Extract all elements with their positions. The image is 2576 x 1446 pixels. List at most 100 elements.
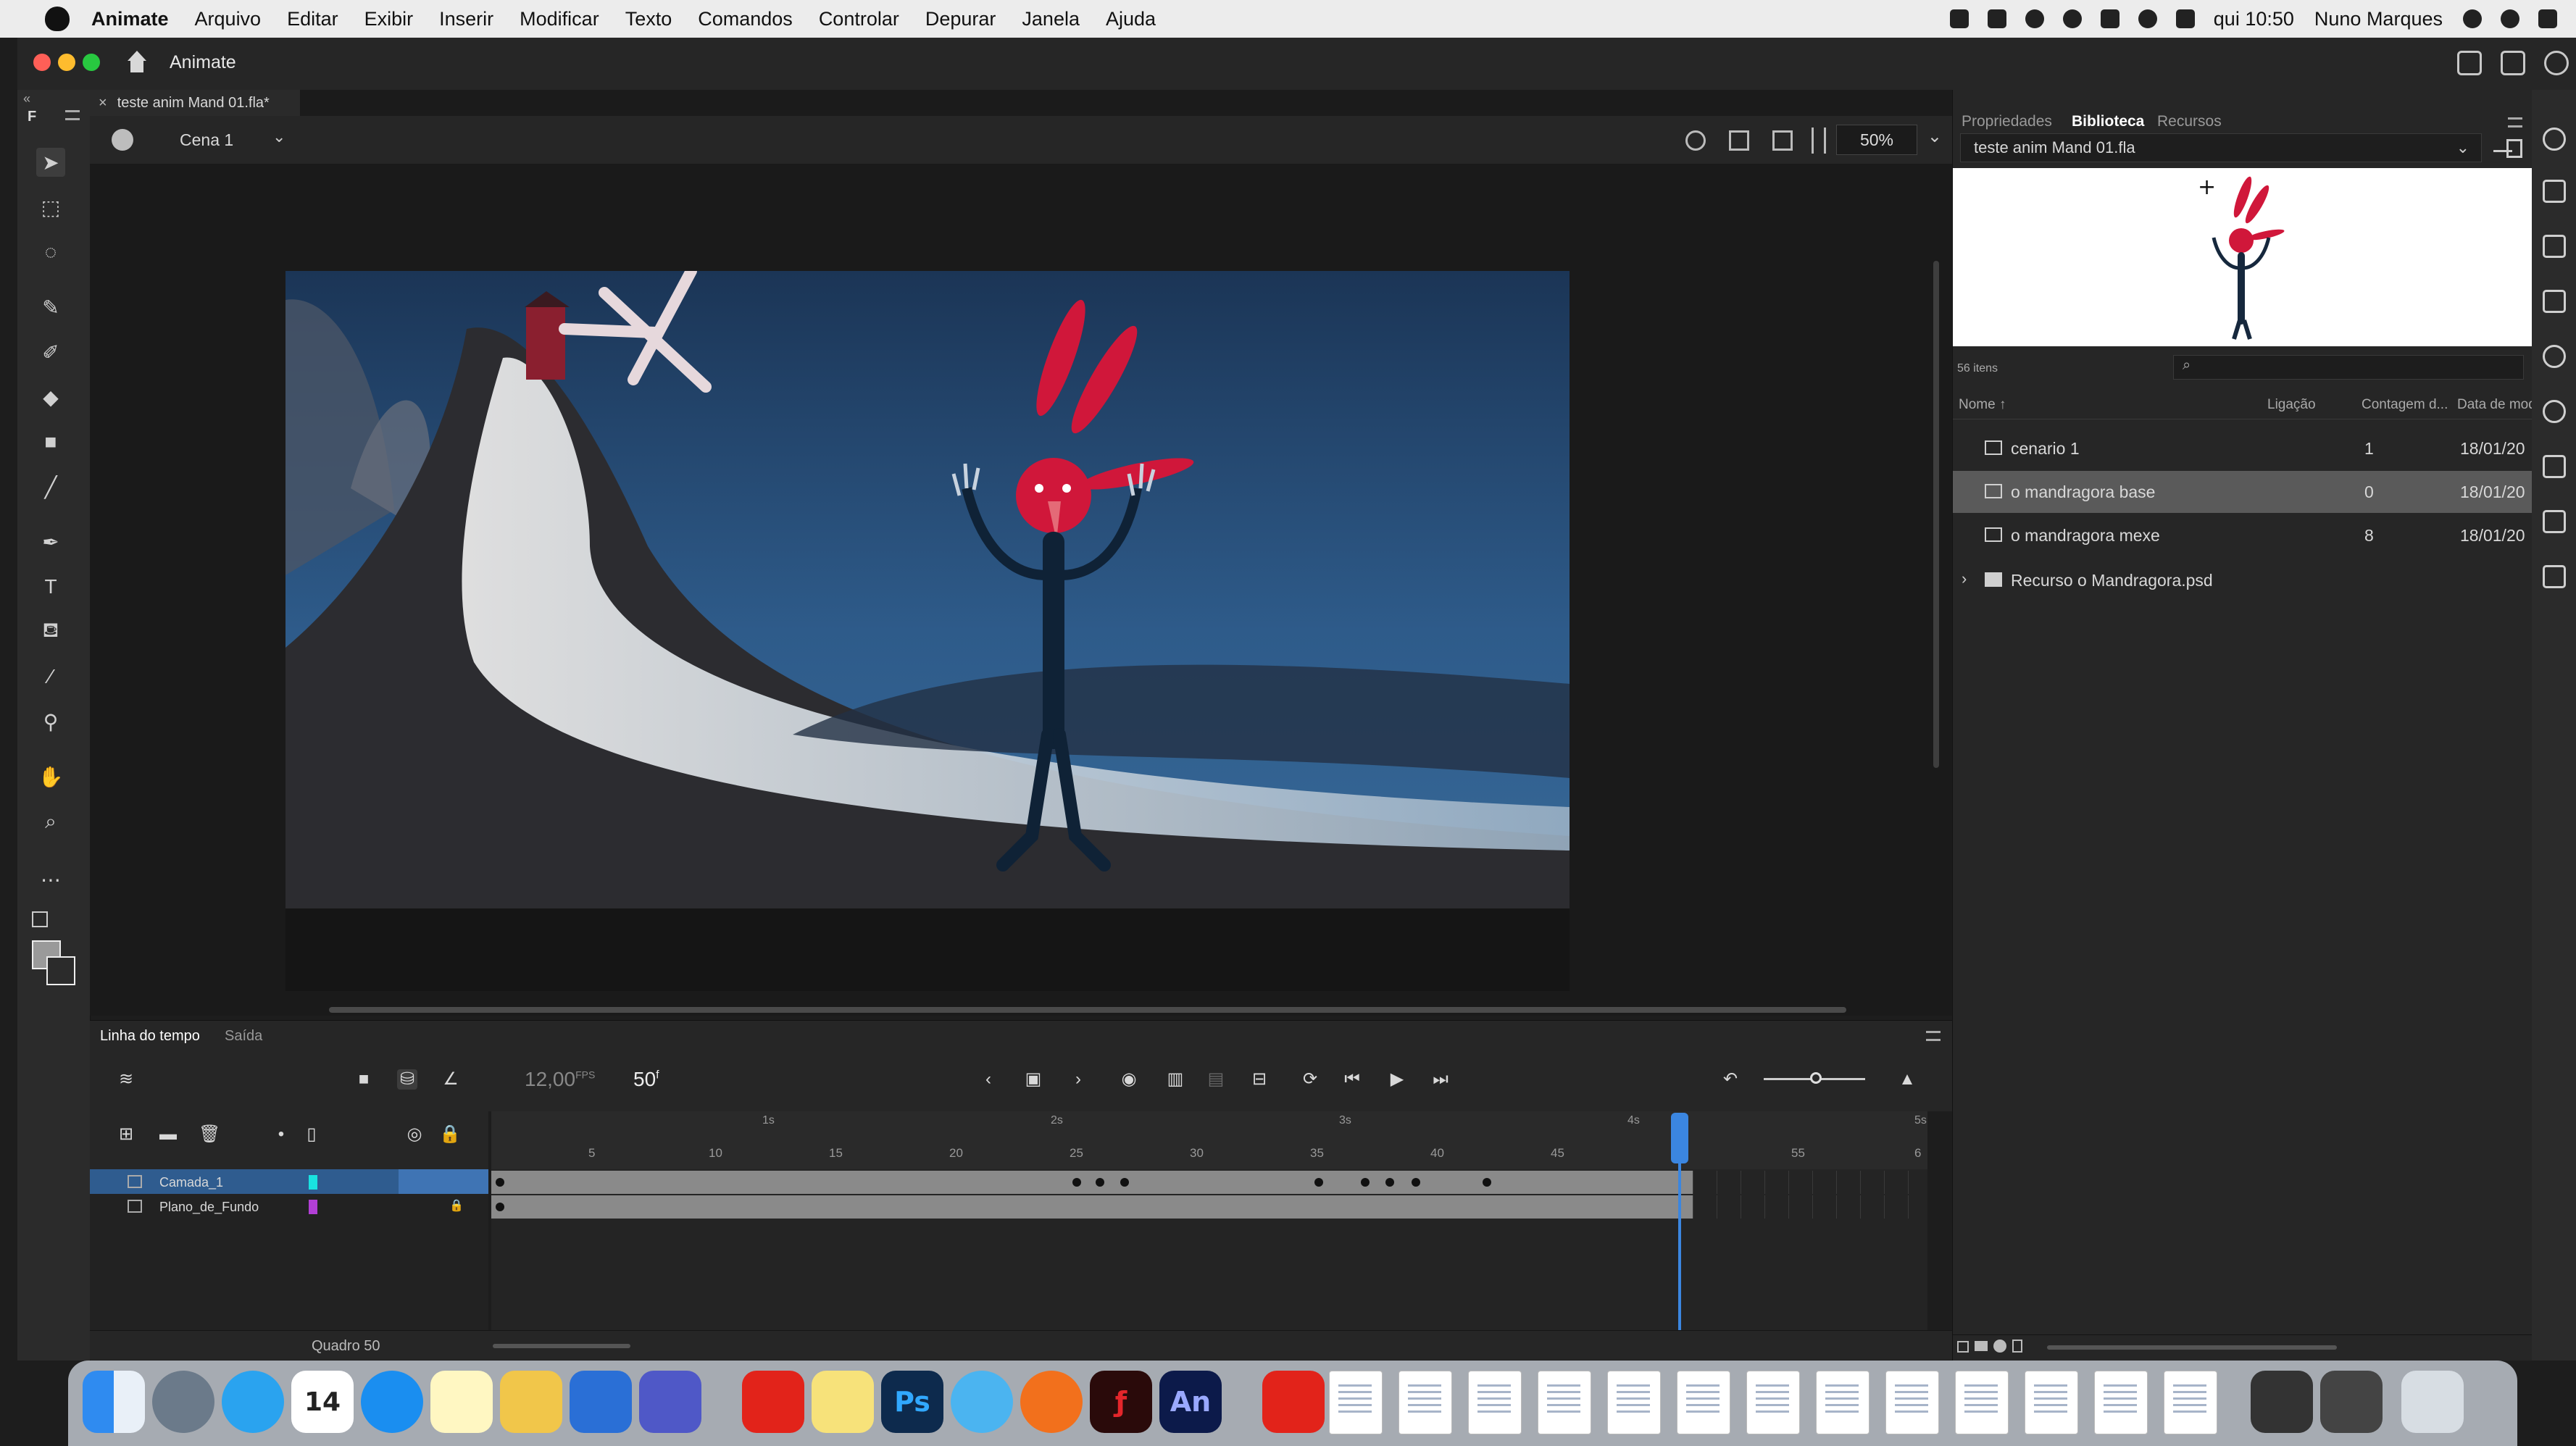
paint-bucket-tool-icon[interactable]: ⛾: [36, 617, 65, 646]
document-thumbnail-icon[interactable]: [1746, 1371, 1800, 1434]
menu-depurar[interactable]: Depurar: [925, 8, 996, 30]
outline-toggle-icon[interactable]: ▯: [301, 1124, 322, 1145]
folder-expand-chevron-icon[interactable]: ›: [1962, 569, 1967, 588]
lasso-tool-icon[interactable]: ◌: [36, 238, 65, 267]
test-movie-play-icon[interactable]: [2544, 51, 2569, 75]
new-layer-icon[interactable]: ⊞: [116, 1124, 136, 1145]
keyframe[interactable]: [496, 1178, 504, 1187]
document-thumbnail-icon[interactable]: [2164, 1371, 2217, 1434]
hand-tool-icon[interactable]: ✋: [36, 762, 65, 791]
library-horizontal-scrollbar[interactable]: [2047, 1345, 2337, 1350]
home-icon[interactable]: [125, 51, 149, 75]
flash-player-icon[interactable]: ƒ: [1090, 1371, 1152, 1433]
keyframe[interactable]: [496, 1203, 504, 1211]
control-center-icon[interactable]: [2538, 9, 2557, 28]
zoom-stepper-icon[interactable]: [1812, 128, 1826, 154]
frame-span[interactable]: [491, 1171, 1693, 1194]
next-keyframe-icon[interactable]: ›: [1068, 1069, 1088, 1090]
animate-icon[interactable]: An: [1159, 1371, 1222, 1433]
center-stage-icon[interactable]: [1685, 130, 1706, 151]
workspace-layout-icon[interactable]: [2501, 51, 2525, 75]
pen-tool-icon[interactable]: ✒: [36, 527, 65, 556]
motion-editor-icon[interactable]: [2543, 510, 2566, 533]
new-library-folder-icon[interactable]: [1975, 1341, 1988, 1351]
pages-icon[interactable]: [500, 1371, 562, 1433]
free-transform-tool-icon[interactable]: ⬚: [36, 193, 65, 222]
shield-status-icon[interactable]: [2025, 9, 2044, 28]
layer-row-camada-1[interactable]: Camada_1: [90, 1169, 488, 1194]
stage-horizontal-scrollbar[interactable]: [329, 1007, 1846, 1013]
zoom-field[interactable]: 50%: [1836, 125, 1917, 155]
clipboard-status-icon[interactable]: [1987, 9, 2006, 28]
menu-arquivo[interactable]: Arquivo: [195, 8, 262, 30]
tab-assets[interactable]: Recursos: [2157, 113, 2222, 130]
new-library-panel-icon[interactable]: [2506, 139, 2522, 158]
document-thumbnail-icon[interactable]: [1329, 1371, 1383, 1434]
calendar-icon[interactable]: 14: [291, 1371, 354, 1433]
zoom-tool-icon[interactable]: ⌕: [36, 807, 65, 836]
color-panel-icon[interactable]: [2543, 400, 2566, 423]
launchpad-icon[interactable]: [152, 1371, 214, 1433]
keynote-icon[interactable]: [570, 1371, 632, 1433]
acrobat-reader-icon[interactable]: [1262, 1371, 1325, 1433]
step-forward-icon[interactable]: ⏭: [1430, 1069, 1451, 1090]
align-panel-icon[interactable]: [2543, 290, 2566, 313]
scene-chevron-down-icon[interactable]: ⌄: [272, 128, 285, 146]
system-update-icon[interactable]: [951, 1371, 1013, 1433]
keyframe[interactable]: [1096, 1178, 1104, 1187]
previous-keyframe-icon[interactable]: ‹: [978, 1069, 999, 1090]
selection-tool-icon[interactable]: ➤: [36, 148, 65, 177]
tools-menu-icon[interactable]: [65, 110, 80, 120]
menubar-user[interactable]: Nuno Marques: [2314, 8, 2443, 30]
library-item-o-mandragora-base[interactable]: o mandragora base 0 18/01/20: [1953, 471, 2533, 513]
fit-timeline-icon[interactable]: ▲: [1897, 1069, 1917, 1090]
vpn-status-icon[interactable]: [2062, 9, 2082, 28]
more-tools-icon[interactable]: ⋯: [36, 865, 65, 894]
layer-row-plano-de-fundo[interactable]: Plano_de_Fundo 🔒: [90, 1194, 488, 1219]
new-folder-icon[interactable]: ▬: [158, 1124, 178, 1145]
layer-color-swatch[interactable]: [309, 1175, 317, 1190]
eyedropper-tool-icon[interactable]: ⁄: [36, 662, 65, 691]
keyframe[interactable]: [1412, 1178, 1420, 1187]
layer-lock-icon[interactable]: 🔒: [449, 1198, 464, 1213]
line-tool-icon[interactable]: ╱: [36, 472, 65, 501]
library-panel-icon[interactable]: [2543, 180, 2566, 203]
column-use-count[interactable]: Contagem d...: [2362, 397, 2448, 413]
safari-icon[interactable]: [361, 1371, 423, 1433]
menu-ajuda[interactable]: Ajuda: [1106, 8, 1156, 30]
tab-library[interactable]: Biblioteca: [2072, 113, 2144, 130]
library-item-o-mandragora-mexe[interactable]: o mandragora mexe 8 18/01/20: [1953, 514, 2533, 556]
menu-exibir[interactable]: Exibir: [364, 8, 414, 30]
document-thumbnail-icon[interactable]: [1538, 1371, 1591, 1434]
info-panel-icon[interactable]: [2543, 345, 2566, 368]
empty-frames[interactable]: [1693, 1195, 1927, 1219]
menubar-clock[interactable]: qui 10:50: [2214, 8, 2294, 30]
timeline-frames[interactable]: [491, 1169, 1927, 1350]
playhead-handle[interactable]: [1671, 1113, 1688, 1163]
delete-item-icon[interactable]: [2012, 1340, 2022, 1353]
layer-color-swatch[interactable]: [309, 1200, 317, 1214]
visibility-toggle-icon[interactable]: ◎: [404, 1124, 425, 1145]
edit-multiple-frames-icon[interactable]: ▥: [1165, 1069, 1185, 1090]
code-snippets-icon[interactable]: [2543, 455, 2566, 478]
keyframe[interactable]: [1072, 1178, 1081, 1187]
paint-brush-tool-icon[interactable]: ✐: [36, 338, 65, 367]
volume-icon[interactable]: [2175, 9, 2195, 28]
teams-icon[interactable]: [639, 1371, 701, 1433]
motion-presets-icon[interactable]: [2543, 128, 2566, 151]
tools-collapse-icon[interactable]: «: [23, 91, 30, 106]
undo-zoom-icon[interactable]: ↶: [1720, 1069, 1741, 1090]
pin-tool-icon[interactable]: ⚲: [36, 707, 65, 736]
share-icon[interactable]: [2457, 51, 2482, 75]
photoshop-icon[interactable]: Ps: [881, 1371, 943, 1433]
play-icon[interactable]: ▶: [1387, 1069, 1407, 1090]
column-name[interactable]: Nome ↑: [1959, 397, 2006, 413]
firefox-icon[interactable]: [1020, 1371, 1083, 1433]
layer-name[interactable]: Plano_de_Fundo: [159, 1200, 259, 1215]
menu-inserir[interactable]: Inserir: [439, 8, 493, 30]
column-date-modified[interactable]: Data de mod: [2457, 397, 2536, 413]
components-panel-icon[interactable]: [2543, 565, 2566, 588]
tween-icon[interactable]: ⊟: [1249, 1069, 1270, 1090]
keyframe[interactable]: [1314, 1178, 1323, 1187]
document-thumbnail-icon[interactable]: [2094, 1371, 2148, 1434]
